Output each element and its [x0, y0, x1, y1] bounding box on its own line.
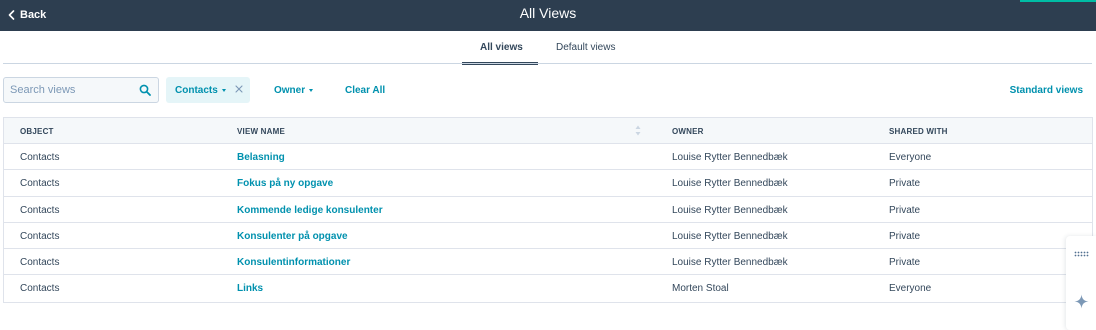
- standard-views-link[interactable]: Standard views: [1010, 85, 1083, 96]
- object-filter-chip[interactable]: Contacts: [166, 77, 250, 103]
- cell-object: Contacts: [20, 152, 60, 163]
- search-icon[interactable]: [139, 84, 151, 96]
- cell-owner: Louise Rytter Bennedbæk: [672, 152, 788, 163]
- top-accent-strip: [1020, 0, 1096, 2]
- search-box: [3, 77, 159, 103]
- sparkle-icon[interactable]: [1074, 294, 1089, 309]
- column-header-view-name[interactable]: VIEW NAME: [237, 127, 285, 136]
- column-header-owner[interactable]: OWNER: [672, 127, 704, 136]
- cell-view-name-link[interactable]: Links: [237, 283, 263, 294]
- cell-shared-with: Everyone: [889, 283, 932, 295]
- table-row: Contacts Belasning Louise Rytter Bennedb…: [4, 144, 1092, 171]
- cell-view-name-link[interactable]: Kommende ledige konsulenter: [237, 205, 383, 216]
- owner-filter-label: Owner: [274, 85, 306, 96]
- cell-owner: Louise Rytter Bennedbæk: [672, 204, 788, 216]
- cell-object: Contacts: [20, 230, 60, 242]
- page-title: All Views: [519, 5, 577, 21]
- cell-owner: Morten Stoal: [672, 283, 729, 295]
- cell-object: Contacts: [20, 257, 60, 269]
- column-header-object[interactable]: OBJECT: [20, 127, 54, 136]
- clear-all-button[interactable]: Clear All: [345, 85, 385, 96]
- table-row: Contacts Konsulentinformationer Louise R…: [4, 249, 1092, 276]
- tab-all-views[interactable]: All views: [480, 42, 523, 53]
- cell-object: Contacts: [20, 204, 60, 216]
- cell-object: Contacts: [20, 283, 60, 295]
- cell-owner: Louise Rytter Bennedbæk: [672, 230, 788, 242]
- cell-shared-with: Private: [889, 257, 921, 269]
- cell-shared-with: Private: [889, 230, 921, 242]
- cell-view-name-link[interactable]: Belasning: [237, 152, 285, 163]
- cell-view-name-link[interactable]: Konsulenter på opgave: [237, 231, 348, 242]
- view-tabs: All views Default views: [0, 31, 1096, 65]
- side-assistant-widget: [1066, 236, 1096, 330]
- object-filter-label: Contacts: [175, 84, 218, 96]
- owner-filter-dropdown[interactable]: Owner: [274, 85, 314, 96]
- cell-owner: Louise Rytter Bennedbæk: [672, 257, 788, 269]
- table-row: Contacts Fokus på ny opgave Louise Rytte…: [4, 170, 1092, 197]
- chevron-down-icon: [309, 88, 314, 92]
- table-header: OBJECT VIEW NAME OWNER SHARED WITH: [4, 118, 1092, 144]
- grid-dots-icon[interactable]: [1074, 251, 1089, 257]
- table-row: Contacts Konsulenter på opgave Louise Ry…: [4, 223, 1092, 250]
- tabs-divider: [3, 63, 1092, 64]
- chevron-down-icon: [221, 88, 226, 92]
- close-icon[interactable]: [234, 84, 244, 94]
- cell-view-name-link[interactable]: Konsulentinformationer: [237, 257, 350, 268]
- search-input[interactable]: [10, 83, 130, 97]
- cell-owner: Louise Rytter Bennedbæk: [672, 178, 788, 190]
- cell-view-name-link[interactable]: Fokus på ny opgave: [237, 178, 333, 189]
- tab-default-views[interactable]: Default views: [556, 42, 615, 53]
- column-header-shared-with[interactable]: SHARED WITH: [889, 127, 948, 136]
- cell-shared-with: Everyone: [889, 152, 932, 163]
- top-bar: Back All Views: [0, 0, 1096, 31]
- cell-object: Contacts: [20, 178, 60, 190]
- sort-icon[interactable]: [635, 125, 641, 136]
- cell-shared-with: Private: [889, 204, 921, 216]
- cell-shared-with: Private: [889, 178, 921, 190]
- table-row: Contacts Kommende ledige konsulenter Lou…: [4, 197, 1092, 223]
- table-row: Contacts Links Morten Stoal Everyone: [4, 275, 1092, 301]
- views-table: OBJECT VIEW NAME OWNER SHARED WITH Conta…: [3, 117, 1093, 303]
